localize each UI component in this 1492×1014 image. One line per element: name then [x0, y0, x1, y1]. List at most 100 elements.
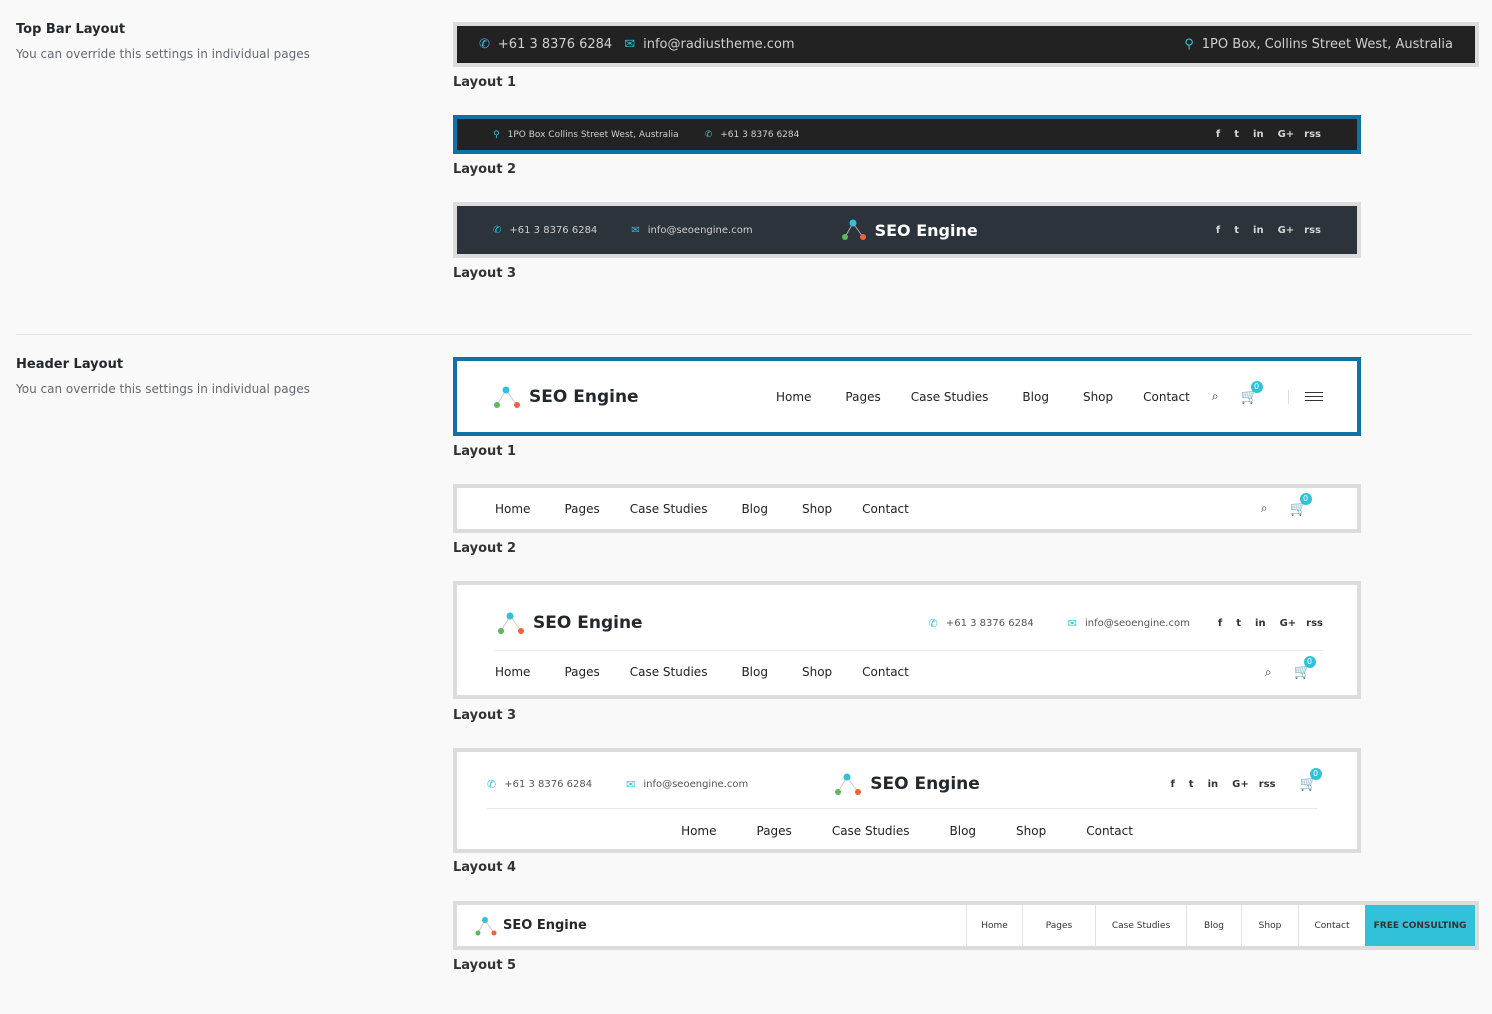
brand-name: SEO Engine — [503, 918, 587, 933]
phone-icon: ✆ — [479, 37, 490, 52]
facebook-icon: f — [1217, 617, 1223, 629]
nav-contact[interactable]: Contact — [1086, 824, 1133, 838]
nav-case-studies[interactable]: Case Studies — [630, 502, 708, 516]
nav-home[interactable]: Home — [681, 824, 716, 838]
nav-case-studies[interactable]: Case Studies — [630, 665, 708, 679]
nav-pages[interactable]: Pages — [757, 824, 792, 838]
linkedin-icon: in — [1253, 129, 1264, 140]
nav-case-studies[interactable]: Case Studies — [911, 390, 989, 404]
header3-email: info@seoengine.com — [1084, 617, 1190, 629]
logo-mark-icon — [494, 386, 520, 408]
facebook-icon: f — [1215, 224, 1221, 236]
nav-home[interactable]: Home — [495, 502, 530, 516]
topbar1-phone: +61 3 8376 6284 — [497, 37, 613, 52]
rss-icon: rss — [1304, 224, 1321, 236]
topbar1-address: 1PO Box, Collins Street West, Australia — [1201, 37, 1453, 52]
nav-contact[interactable]: Contact — [862, 502, 909, 516]
topbar-section-title: Top Bar Layout — [16, 22, 126, 37]
brand-logo: SEO Engine — [495, 609, 643, 637]
cart-count: 0 — [1299, 492, 1312, 505]
rss-icon: rss — [1258, 778, 1276, 790]
logo-mark-icon — [475, 916, 497, 935]
header-layout-3-option[interactable]: SEO Engine ✆ +61 3 8376 6284 ✉ info@seoe… — [453, 581, 1361, 699]
nav-contact[interactable]: Contact — [862, 665, 909, 679]
header-layout-3-label: Layout 3 — [453, 708, 517, 723]
google-plus-icon: G+ — [1232, 778, 1249, 790]
cart-icon[interactable]: 🛒 0 — [1290, 492, 1312, 517]
envelope-icon: ✉ — [624, 37, 636, 52]
topbar3-email: info@seoengine.com — [647, 224, 753, 236]
header3-phone: +61 3 8376 6284 — [945, 617, 1034, 629]
topbar-layout-3-label: Layout 3 — [453, 266, 517, 281]
rss-icon: rss — [1304, 129, 1321, 140]
nav-home[interactable]: Home — [966, 905, 1022, 946]
nav-blog[interactable]: Blog — [950, 824, 977, 838]
header-layout-4-option[interactable]: ✆ +61 3 8376 6284 ✉ info@seoengine.com S… — [453, 748, 1361, 853]
nav-contact[interactable]: Contact — [1143, 390, 1190, 404]
header4-email: info@seoengine.com — [643, 778, 749, 790]
nav-blog[interactable]: Blog — [1022, 390, 1049, 404]
nav-blog[interactable]: Blog — [1186, 905, 1241, 946]
rss-icon: rss — [1306, 617, 1323, 629]
envelope-icon: ✉ — [1067, 616, 1077, 630]
brand-logo: SEO Engine — [832, 770, 980, 798]
nav-home[interactable]: Home — [776, 390, 811, 404]
topbar-layout-1-option[interactable]: ✆ +61 3 8376 6284 ✉ info@radiustheme.com… — [453, 22, 1479, 67]
nav-shop[interactable]: Shop — [1083, 390, 1113, 404]
brand-logo: SEO Engine — [839, 217, 978, 243]
nav-shop[interactable]: Shop — [802, 665, 832, 679]
nav-pages[interactable]: Pages — [1022, 905, 1095, 946]
header-layout-5-option[interactable]: SEO Engine Home Pages Case Studies Blog … — [453, 901, 1479, 950]
nav-case-studies[interactable]: Case Studies — [832, 824, 910, 838]
nav-case-studies[interactable]: Case Studies — [1095, 905, 1186, 946]
nav-pages[interactable]: Pages — [564, 502, 599, 516]
separator — [1288, 389, 1289, 404]
header-layout-4-label: Layout 4 — [453, 860, 517, 875]
search-icon[interactable]: ⌕ — [1261, 501, 1268, 516]
header4-phone: +61 3 8376 6284 — [504, 778, 593, 790]
topbar-section-desc: You can override this settings in indivi… — [16, 47, 310, 61]
header-section-title: Header Layout — [16, 357, 124, 372]
section-divider — [16, 334, 1472, 335]
phone-icon: ✆ — [704, 129, 713, 140]
logo-mark-icon — [841, 219, 866, 240]
search-icon[interactable]: ⌕ — [1265, 665, 1272, 680]
topbar-layout-3-option[interactable]: ✆ +61 3 8376 6284 ✉ info@seoengine.com S… — [453, 202, 1361, 258]
twitter-icon: t — [1234, 129, 1240, 140]
twitter-icon: t — [1236, 617, 1242, 629]
free-consulting-button[interactable]: FREE CONSULTING — [1365, 905, 1475, 946]
nav-pages[interactable]: Pages — [564, 665, 599, 679]
nav-home[interactable]: Home — [495, 665, 530, 679]
cart-count: 0 — [1303, 656, 1316, 668]
cart-icon[interactable]: 🛒 0 — [1294, 656, 1316, 680]
cart-count: 0 — [1250, 380, 1263, 393]
topbar3-phone: +61 3 8376 6284 — [509, 224, 598, 236]
nav-blog[interactable]: Blog — [741, 665, 768, 679]
cart-icon[interactable]: 🛒 0 — [1241, 380, 1263, 405]
nav-shop[interactable]: Shop — [1241, 905, 1298, 946]
nav-pages[interactable]: Pages — [845, 390, 880, 404]
topbar2-address: 1PO Box Collins Street West, Australia — [507, 129, 679, 140]
brand-logo: SEO Engine — [491, 383, 639, 411]
linkedin-icon: in — [1255, 617, 1266, 629]
header-section-desc: You can override this settings in indivi… — [16, 382, 310, 396]
header-layout-1-option[interactable]: SEO Engine Home Pages Case Studies Blog … — [453, 357, 1361, 436]
topbar1-email: info@radiustheme.com — [643, 37, 795, 52]
google-plus-icon: G+ — [1277, 224, 1295, 236]
header-layout-2-option[interactable]: Home Pages Case Studies Blog Shop Contac… — [453, 484, 1361, 533]
hamburger-menu-icon[interactable] — [1305, 389, 1323, 404]
nav-shop[interactable]: Shop — [1016, 824, 1046, 838]
brand-name: SEO Engine — [874, 220, 978, 240]
brand-name: SEO Engine — [870, 774, 980, 794]
topbar-layout-2-label: Layout 2 — [453, 162, 517, 177]
map-pin-icon: ⚲ — [493, 129, 500, 140]
nav-shop[interactable]: Shop — [802, 502, 832, 516]
cart-icon[interactable]: 🛒 0 — [1300, 768, 1322, 792]
google-plus-icon: G+ — [1279, 617, 1297, 629]
facebook-icon: f — [1215, 129, 1221, 140]
topbar-layout-2-option[interactable]: ⚲ 1PO Box Collins Street West, Australia… — [453, 115, 1361, 154]
nav-contact[interactable]: Contact — [1298, 905, 1365, 946]
nav-blog[interactable]: Blog — [741, 502, 768, 516]
brand-name: SEO Engine — [529, 386, 639, 407]
search-icon[interactable]: ⌕ — [1212, 389, 1219, 404]
